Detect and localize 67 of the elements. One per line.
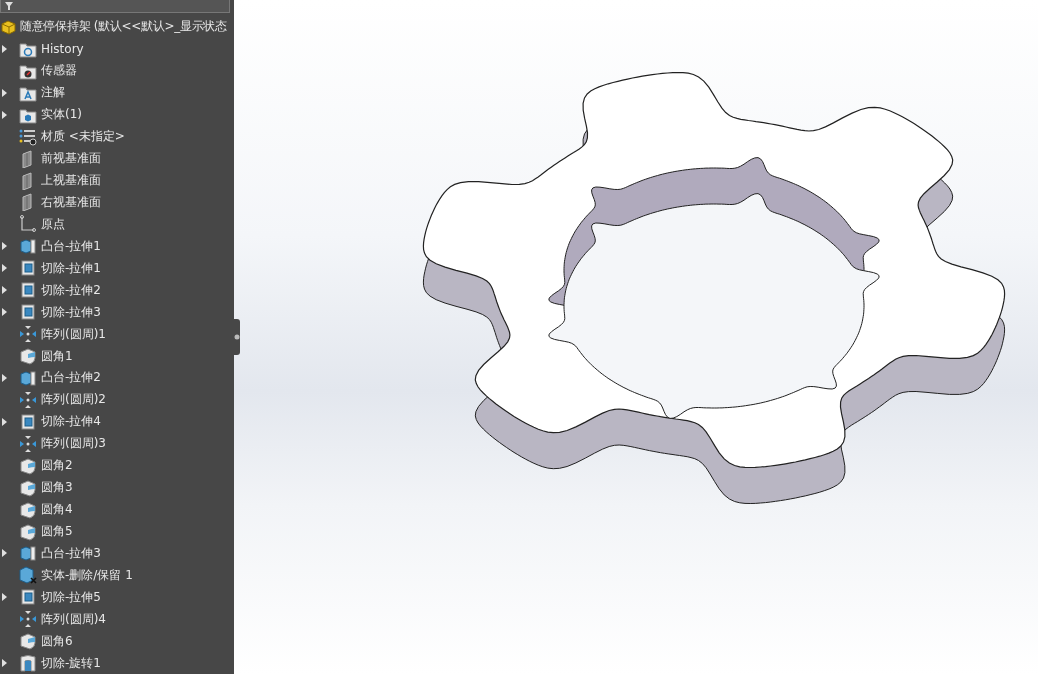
fillet-icon — [19, 500, 37, 519]
feature-name[interactable]: 注解 — [41, 84, 65, 102]
feature-name[interactable]: 前视基准面 — [41, 150, 101, 168]
fillet-icon — [19, 456, 37, 475]
feature-name[interactable]: 切除-拉伸1 — [41, 259, 101, 277]
feature-name[interactable]: 传感器 — [41, 62, 77, 80]
material-icon — [19, 127, 37, 146]
feature-name[interactable]: 阵列(圆周)2 — [41, 391, 106, 409]
cut-extrude-icon — [19, 259, 37, 278]
expand-arrow-icon[interactable] — [2, 286, 7, 295]
expand-arrow-icon[interactable] — [2, 373, 7, 382]
extrude-icon — [19, 368, 37, 387]
cut-extrude-icon — [19, 281, 37, 300]
expand-arrow-icon[interactable] — [2, 308, 7, 317]
revolve-cut-icon — [19, 654, 37, 673]
feature-name[interactable]: 原点 — [41, 215, 65, 233]
extrude-icon — [19, 544, 37, 563]
fillet-icon — [19, 522, 37, 541]
feature-name[interactable]: 切除-拉伸3 — [41, 303, 101, 321]
feature-name[interactable]: 切除-拉伸4 — [41, 413, 101, 431]
expand-arrow-icon[interactable] — [2, 417, 7, 426]
expand-arrow-icon[interactable] — [2, 549, 7, 558]
feature-name[interactable]: 实体-删除/保留 1 — [41, 566, 133, 584]
panel-splitter[interactable] — [234, 319, 240, 355]
expand-arrow-icon[interactable] — [2, 264, 7, 273]
circular-pattern-icon — [19, 434, 37, 453]
feature-name[interactable]: 切除-拉伸2 — [41, 281, 101, 299]
feature-name[interactable]: 材质 <未指定> — [41, 128, 125, 146]
cut-extrude-icon — [19, 412, 37, 431]
fillet-icon — [19, 632, 37, 651]
expand-arrow-icon[interactable] — [2, 659, 7, 668]
part-name[interactable]: 随意停保持架 (默认<<默认>_显示状态 — [20, 18, 227, 36]
feature-name[interactable]: 凸台-拉伸2 — [41, 369, 101, 387]
expand-arrow-icon[interactable] — [2, 88, 7, 97]
expand-arrow-icon[interactable] — [2, 242, 7, 251]
circular-pattern-icon — [19, 325, 37, 344]
feature-name[interactable]: 圆角2 — [41, 457, 73, 475]
cut-extrude-icon — [19, 303, 37, 322]
expand-arrow-icon[interactable] — [2, 44, 7, 53]
feature-name[interactable]: 阵列(圆周)4 — [41, 610, 106, 628]
feature-name[interactable]: 右视基准面 — [41, 193, 101, 211]
feature-name[interactable]: 圆角1 — [41, 347, 73, 365]
circular-pattern-icon — [19, 610, 37, 629]
feature-name[interactable]: 阵列(圆周)3 — [41, 435, 106, 453]
origin-icon — [19, 215, 37, 234]
extrude-icon — [19, 237, 37, 256]
feature-name[interactable]: History — [41, 41, 84, 56]
filter-icon — [5, 2, 13, 10]
feature-name[interactable]: 凸台-拉伸3 — [41, 544, 101, 562]
circular-pattern-icon — [19, 390, 37, 409]
delete-body-icon — [19, 566, 37, 585]
feature-name[interactable]: 圆角6 — [41, 632, 73, 650]
expand-arrow-icon[interactable] — [2, 110, 7, 119]
feature-name[interactable]: 圆角4 — [41, 501, 73, 519]
feature-name[interactable]: 切除-旋转1 — [41, 654, 101, 672]
feature-name[interactable]: 切除-拉伸5 — [41, 588, 101, 606]
fillet-icon — [19, 478, 37, 497]
feature-name[interactable]: 上视基准面 — [41, 172, 101, 189]
feature-name[interactable]: 凸台-拉伸1 — [41, 237, 101, 255]
feature-name[interactable]: 实体(1) — [41, 106, 82, 124]
feature-name[interactable]: 阵列(圆周)1 — [41, 325, 106, 343]
fillet-icon — [19, 347, 37, 365]
feature-name[interactable]: 圆角5 — [41, 523, 73, 540]
cut-extrude-icon — [19, 588, 37, 607]
splitter-handle-icon — [234, 334, 240, 340]
feature-name[interactable]: 圆角3 — [41, 479, 73, 497]
expand-arrow-icon[interactable] — [2, 593, 7, 602]
